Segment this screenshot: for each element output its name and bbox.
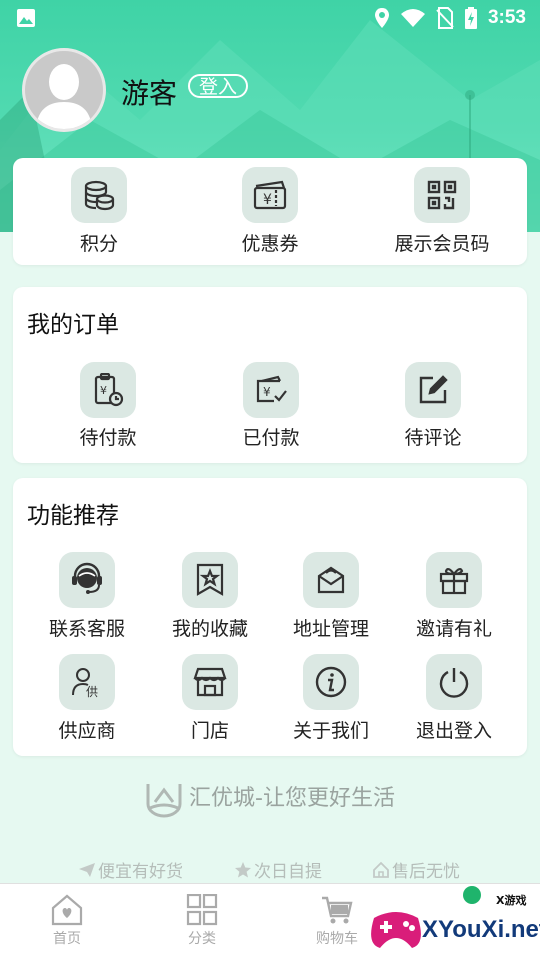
info-icon (303, 654, 359, 710)
features-card: 功能推荐 联系客服 我的收藏 地址管理 邀请有礼 供 供应商 门店 关于我们 退… (13, 478, 527, 756)
grid-icon (186, 894, 218, 926)
pending-payment-icon: ¥ (80, 362, 136, 418)
gamepad-logo-icon (371, 912, 421, 948)
orders-card: 我的订单 ¥ 待付款 ¥ 已付款 待评论 (13, 287, 527, 463)
tab-cart[interactable]: 购物车 (297, 894, 377, 948)
username: 游客 (121, 77, 178, 110)
image-icon (17, 9, 35, 27)
feature-label: 地址管理 (292, 618, 370, 640)
clock: 3:53 (487, 7, 526, 28)
quick-action-label: 积分 (79, 233, 119, 255)
login-button[interactable]: 登入 (188, 74, 248, 98)
default-user-icon (36, 64, 92, 129)
headset-icon (59, 552, 115, 608)
watermark-small-text: X游戏 (496, 894, 527, 907)
gift-icon (426, 552, 482, 608)
coupon-icon: ¥ (242, 167, 298, 223)
qrcode-icon (414, 167, 470, 223)
features-title: 功能推荐 (27, 503, 119, 529)
brand-slogan: 汇优城-让您更好生活 (0, 780, 540, 818)
home-outline-icon (373, 861, 389, 878)
feature-label: 邀请有礼 (415, 618, 493, 640)
brand-logo-icon (146, 784, 182, 818)
svg-text:¥: ¥ (263, 385, 271, 399)
promise-item: 便宜有好货 (78, 857, 183, 882)
coins-icon (71, 167, 127, 223)
feature-label: 门店 (190, 720, 230, 742)
star-icon (235, 861, 251, 877)
address-box-icon (303, 552, 359, 608)
edit-review-icon (405, 362, 461, 418)
home-heart-icon (51, 894, 83, 926)
promise-label: 便宜有好货 (98, 862, 183, 882)
feature-label: 退出登入 (415, 720, 493, 742)
order-label: 已付款 (242, 427, 300, 449)
location-icon (374, 8, 389, 28)
promise-label: 售后无忧 (392, 862, 460, 882)
feature-label: 联系客服 (48, 618, 126, 640)
promise-item: 售后无忧 (372, 857, 460, 882)
wifi-icon (400, 9, 425, 27)
tab-home[interactable]: 首页 (27, 894, 107, 948)
no-sim-icon (436, 7, 454, 29)
svg-text:¥: ¥ (100, 384, 107, 397)
feature-label: 供应商 (58, 720, 116, 742)
battery-charging-icon (464, 7, 477, 29)
svg-text:供: 供 (86, 685, 98, 699)
quick-action-label: 展示会员码 (394, 233, 490, 255)
feature-label: 我的收藏 (171, 618, 249, 640)
tab-label: 分类 (188, 931, 216, 947)
orders-title: 我的订单 (27, 312, 119, 338)
paid-icon: ¥ (243, 362, 299, 418)
svg-text:¥: ¥ (263, 192, 272, 208)
order-label: 待付款 (79, 427, 137, 449)
supplier-icon: 供 (59, 654, 115, 710)
green-dot (463, 886, 481, 904)
paper-plane-icon (79, 862, 95, 877)
tab-category[interactable]: 分类 (162, 894, 242, 948)
quick-actions-card: 积分 ¥ 优惠券 展示会员码 (13, 158, 527, 265)
promise-label: 次日自提 (254, 862, 322, 882)
store-icon (182, 654, 238, 710)
cart-icon (322, 896, 353, 924)
watermark-text: XYouXi.net (422, 916, 540, 943)
feature-label: 关于我们 (292, 720, 370, 742)
power-icon (426, 654, 482, 710)
watermark-overlay: X游戏 XYouXi.net (366, 886, 540, 960)
quick-action-label: 优惠券 (241, 233, 299, 255)
avatar[interactable] (22, 48, 106, 132)
order-label: 待评论 (404, 427, 462, 449)
slogan-text: 汇优城-让您更好生活 (189, 786, 395, 811)
tab-label: 首页 (53, 931, 81, 947)
tab-label: 购物车 (316, 931, 358, 947)
status-bar: 3:53 (0, 0, 540, 36)
bookmark-star-icon (182, 552, 238, 608)
promise-item: 次日自提 (234, 857, 322, 882)
service-promises: 便宜有好货 次日自提 售后无忧 (0, 855, 540, 883)
